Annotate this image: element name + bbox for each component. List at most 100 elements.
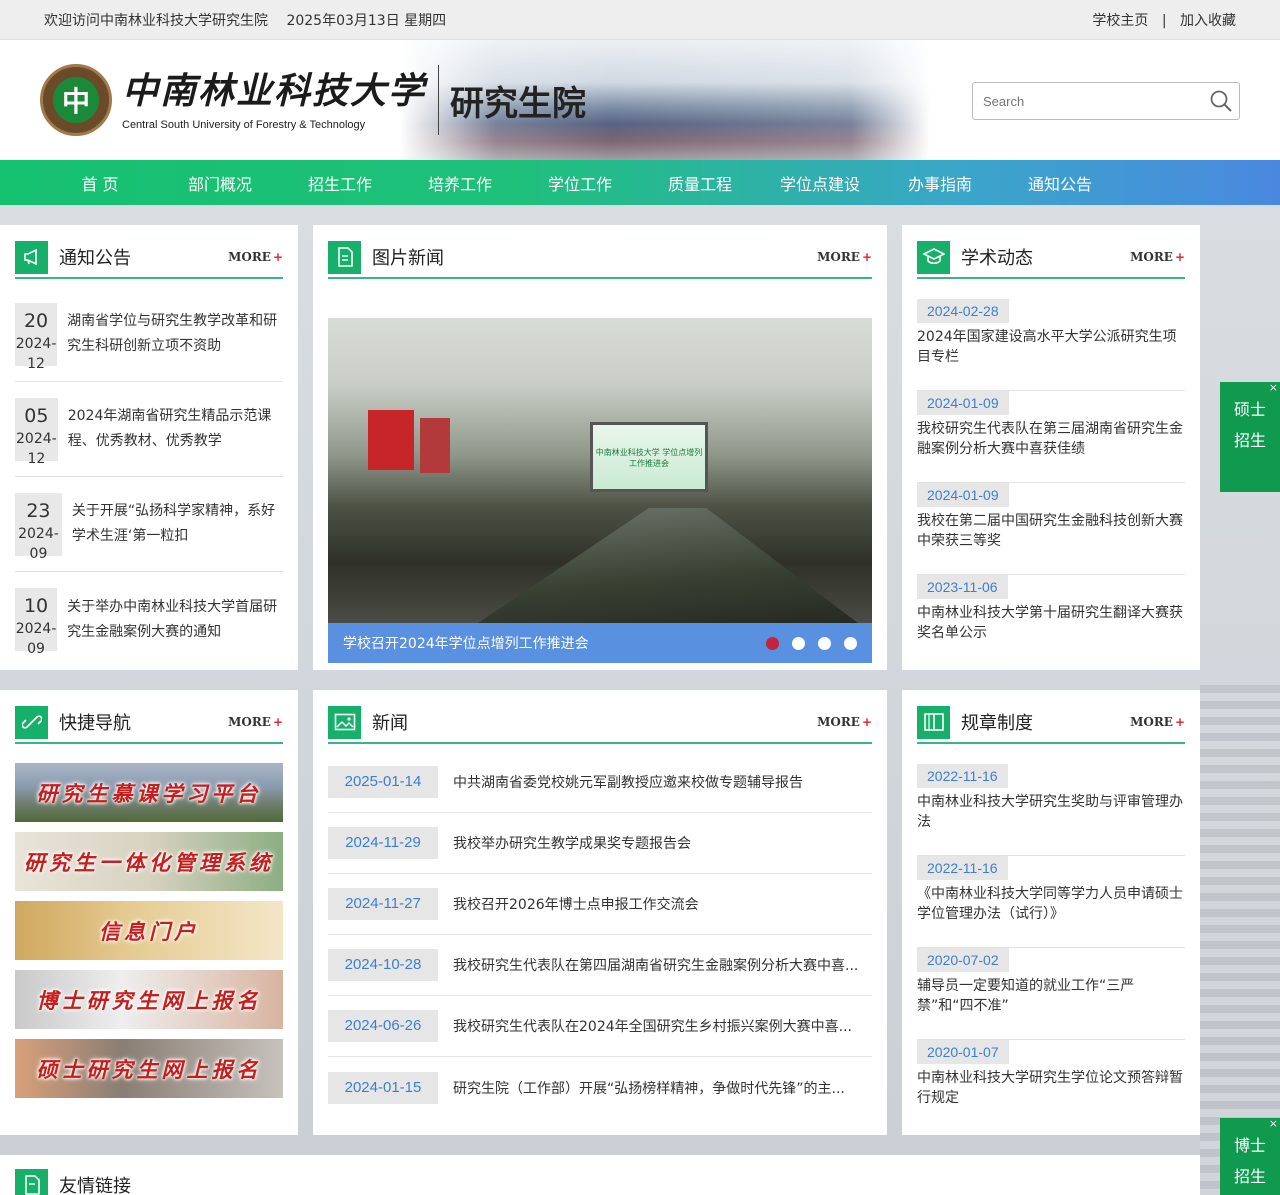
list-item[interactable]: 05 2024-12 2024年湖南省研究生精品示范课程、优秀教材、优秀教学 (15, 382, 283, 477)
search-box (972, 82, 1240, 120)
master-admission-float[interactable]: × 硕士 招生 (1220, 381, 1280, 492)
more-link[interactable]: MORE + (817, 250, 872, 264)
doctoral-admission-float[interactable]: × 博士 招生 (1220, 1117, 1280, 1195)
quicknav-panel: 快捷导航 MORE + 研究生慕课学习平台 研究生一体化管理系统 信息门户 博士研… (0, 690, 298, 1135)
news-row[interactable]: 2024-06-26 我校研究生代表队在2024年全国研究生乡村振兴案例大赛中喜.… (328, 996, 872, 1057)
more-link[interactable]: MORE + (228, 250, 283, 264)
list-item[interactable]: 23 2024-09 关于开展“弘扬科学家精神，系好学术生涯‘第一粒扣 (15, 477, 283, 572)
meeting-table (478, 508, 858, 623)
list-item[interactable]: 2020-01-07 中南林业科技大学研究生学位论文预答辩暂行规定 (917, 1040, 1185, 1132)
slider-dot[interactable] (792, 636, 805, 650)
top-bar: 欢迎访问中南林业科技大学研究生院 2025年03月13日 星期四 学校主页 | … (0, 0, 1280, 40)
mooc-platform-button[interactable]: 研究生慕课学习平台 (15, 763, 283, 822)
slider-dot[interactable] (766, 636, 779, 650)
list-item[interactable]: 2024-01-09 我校研究生代表队在第三届湖南省研究生金融案例分析大赛中喜获… (917, 391, 1185, 483)
content-area: 通知公告 MORE + 20 2024-12 湖南省学位与研究生教学改革和研究生科研… (0, 205, 1280, 1195)
list-item[interactable]: 2020-07-02 辅导员一定要知道的就业工作“三严禁”和“四不准” (917, 948, 1185, 1040)
nav-item-training[interactable]: 培养工作 (400, 171, 520, 195)
add-favorite-link[interactable]: 加入收藏 (1180, 13, 1236, 29)
notice-panel: 通知公告 MORE + 20 2024-12 湖南省学位与研究生教学改革和研究生科研… (0, 225, 298, 670)
item-date: 2024-02-28 (917, 299, 1009, 323)
welcome-text: 欢迎访问中南林业科技大学研究生院 (44, 12, 268, 29)
item-title: 中南林业科技大学研究生学位论文预答辩暂行规定 (917, 1070, 1183, 1106)
logo-chinese-name: 中南林业科技大学 (122, 70, 427, 112)
list-item[interactable]: 2022-11-16 中南林业科技大学研究生奖助与评审管理办法 (917, 764, 1185, 856)
doctoral-registration-button[interactable]: 博士研究生网上报名 (15, 970, 283, 1029)
panel-title: 新闻 (372, 713, 408, 734)
meeting-photo[interactable]: 中南林业科技大学 学位点增列工作推进会 (328, 318, 872, 623)
nav-item-quality[interactable]: 质量工程 (640, 171, 760, 195)
slide-caption-bar: 学校召开2024年学位点增列工作推进会 (328, 623, 872, 663)
more-link[interactable]: MORE + (1130, 715, 1185, 729)
search-icon[interactable] (1203, 83, 1239, 119)
item-date: 2024-01-09 (917, 483, 1009, 507)
list-item[interactable]: 2024-02-28 2024年国家建设高水平大学公派研究生项目专栏 (917, 299, 1185, 391)
item-title: 中南林业科技大学研究生奖助与评审管理办法 (917, 794, 1183, 830)
notice-title: 关于举办中南林业科技大学首届研究生金融案例大赛的通知 (67, 598, 278, 640)
nav-item-degree-construction[interactable]: 学位点建设 (760, 171, 880, 195)
wall-board (420, 418, 450, 473)
close-icon[interactable]: × (1269, 1117, 1278, 1130)
link-icon (15, 705, 48, 739)
panel-header: 规章制度 MORE + (917, 702, 1185, 744)
slider-dot[interactable] (844, 636, 857, 650)
more-link[interactable]: MORE + (817, 715, 872, 729)
search-input[interactable] (973, 83, 1203, 119)
news-row[interactable]: 2024-10-28 我校研究生代表队在第四届湖南省研究生金融案例分析大赛中喜..… (328, 935, 872, 996)
master-registration-button[interactable]: 硕士研究生网上报名 (15, 1039, 283, 1098)
nav-item-notices[interactable]: 通知公告 (1000, 171, 1120, 195)
news-date: 2024-06-26 (328, 1010, 438, 1042)
management-system-button[interactable]: 研究生一体化管理系统 (15, 832, 283, 891)
photo-slider[interactable]: 中南林业科技大学 学位点增列工作推进会 学校召开2024年学位点增列工作推进会 (328, 318, 872, 663)
nav-item-departments[interactable]: 部门概况 (160, 171, 280, 195)
close-icon[interactable]: × (1269, 381, 1278, 394)
news-title: 中共湖南省委党校姚元军副教授应邀来校做专题辅导报告 (453, 775, 803, 791)
news-row[interactable]: 2024-11-27 我校召开2026年博士点申报工作交流会 (328, 874, 872, 935)
nav-item-home[interactable]: 首 页 (40, 171, 160, 195)
list-item[interactable]: 20 2024-12 湖南省学位与研究生教学改革和研究生科研创新立项不资助 (15, 287, 283, 382)
slider-dot[interactable] (818, 636, 831, 650)
info-portal-button[interactable]: 信息门户 (15, 901, 283, 960)
document-icon (15, 1168, 48, 1195)
more-link[interactable]: MORE + (1130, 250, 1185, 264)
date-box: 23 2024-09 (15, 492, 62, 562)
panel-header: 学术动态 MORE + (917, 237, 1185, 279)
link-separator: | (1161, 12, 1167, 29)
more-link[interactable]: MORE + (228, 715, 283, 729)
nav-item-guide[interactable]: 办事指南 (880, 171, 1000, 195)
news-row[interactable]: 2024-11-29 我校举办研究生教学成果奖专题报告会 (328, 813, 872, 874)
nav-item-admissions[interactable]: 招生工作 (280, 171, 400, 195)
current-date: 2025年03月13日 星期四 (286, 12, 447, 29)
panel-title: 快捷导航 (59, 713, 131, 734)
news-panel: 新闻 MORE + 2025-01-14 中共湖南省委党校姚元军副教授应邀来校做专题… (313, 690, 887, 1135)
nav-item-degree[interactable]: 学位工作 (520, 171, 640, 195)
main-nav: 首 页 部门概况 招生工作 培养工作 学位工作 质量工程 学位点建设 办事指南 … (0, 160, 1280, 205)
list-item[interactable]: 2022-11-16 《中南林业科技大学同等学力人员申请硕士学位管理办法（试行）… (917, 856, 1185, 948)
list-item[interactable]: 2024-01-09 我校在第二届中国研究生金融科技创新大赛中荣获三等奖 (917, 483, 1185, 575)
list-item[interactable]: 10 2024-09 关于举办中南林业科技大学首届研究生金融案例大赛的通知 (15, 572, 283, 667)
item-title: 《中南林业科技大学同等学力人员申请硕士学位管理办法（试行）》 (917, 886, 1183, 922)
news-row[interactable]: 2024-01-15 研究生院（工作部）开展“弘扬榜样精神，争做时代先锋”的主..… (328, 1057, 872, 1118)
news-row[interactable]: 2025-01-14 中共湖南省委党校姚元军副教授应邀来校做专题辅导报告 (328, 752, 872, 813)
news-title: 我校举办研究生教学成果奖专题报告会 (453, 836, 691, 852)
list-item[interactable]: 2023-11-06 中南林业科技大学第十届研究生翻译大赛获奖名单公示 (917, 575, 1185, 667)
slide-caption[interactable]: 学校召开2024年学位点增列工作推进会 (343, 633, 753, 653)
item-date: 2020-01-07 (917, 1040, 1009, 1064)
item-date: 2023-11-06 (917, 575, 1008, 599)
news-date: 2024-10-28 (328, 949, 438, 981)
logo-subtitle: 研究生院 (450, 83, 587, 124)
news-title: 我校研究生代表队在2024年全国研究生乡村振兴案例大赛中喜... (453, 1019, 852, 1035)
site-logo[interactable]: 中 中南林业科技大学 Central South University of F… (40, 64, 586, 136)
school-home-link[interactable]: 学校主页 (1092, 13, 1148, 29)
megaphone-icon (15, 240, 48, 274)
item-title: 我校研究生代表队在第三届湖南省研究生金融案例分析大赛中喜获佳绩 (917, 421, 1183, 457)
item-title: 2024年国家建设高水平大学公派研究生项目专栏 (917, 329, 1177, 365)
notice-title: 2024年湖南省研究生精品示范课程、优秀教材、优秀教学 (67, 408, 272, 449)
panel-header: 通知公告 MORE + (15, 237, 283, 279)
panel-title: 图片新闻 (372, 248, 444, 269)
top-bar-left: 欢迎访问中南林业科技大学研究生院 2025年03月13日 星期四 (44, 10, 460, 30)
news-title: 研究生院（工作部）开展“弘扬榜样精神，争做时代先锋”的主... (453, 1080, 845, 1097)
panel-header: 图片新闻 MORE + (328, 237, 872, 279)
image-icon (328, 705, 361, 739)
item-date: 2020-07-02 (917, 948, 1009, 972)
